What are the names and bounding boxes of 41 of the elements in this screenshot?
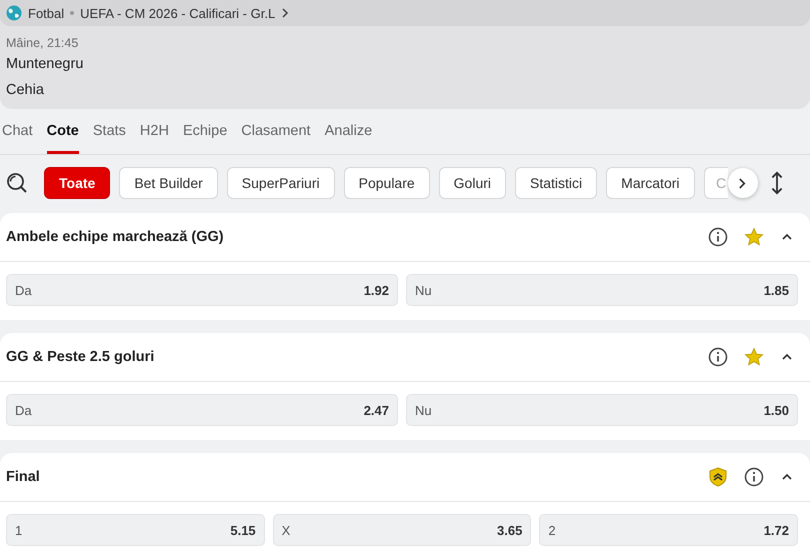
- filter-chip[interactable]: Statistici: [515, 167, 598, 199]
- tab[interactable]: Echipe: [182, 123, 228, 154]
- market-title: Ambele echipe marchează (GG): [6, 229, 224, 245]
- tab[interactable]: Cote: [46, 123, 79, 154]
- filter-chip[interactable]: SuperPariuri: [226, 167, 335, 199]
- separator-dot: [70, 11, 74, 15]
- market-title: Final: [6, 469, 40, 485]
- filter-chip[interactable]: Marcatori: [606, 167, 695, 199]
- sport-link[interactable]: Fotbal: [28, 6, 64, 20]
- chevron-right-icon[interactable]: [281, 7, 290, 19]
- filter-chip[interactable]: Populare: [344, 167, 430, 199]
- team-name: Cehia: [5, 81, 45, 100]
- filter-chip[interactable]: Goluri: [438, 167, 506, 199]
- odds-button[interactable]: 2 1.72: [539, 514, 798, 546]
- odds-button[interactable]: Da 1.92: [6, 274, 398, 306]
- tab[interactable]: Analize: [324, 123, 372, 154]
- team-name: Muntenegru: [5, 55, 84, 74]
- market-title: GG & Peste 2.5 goluri: [6, 349, 154, 365]
- filter-chip[interactable]: Bet Builder: [119, 167, 218, 199]
- tab[interactable]: H2H: [140, 123, 169, 154]
- chevron-right-icon: [738, 176, 748, 190]
- info-icon[interactable]: [708, 227, 728, 247]
- odds-button[interactable]: Nu 1.50: [406, 394, 798, 426]
- scroll-right-button[interactable]: [728, 168, 758, 198]
- match-time: Mâine, 21:45: [5, 35, 80, 50]
- globe-icon: [6, 5, 22, 21]
- odds-button[interactable]: Da 2.47: [6, 394, 398, 426]
- star-icon[interactable]: [744, 227, 764, 247]
- star-icon[interactable]: [744, 347, 764, 367]
- odds-button[interactable]: Nu 1.85: [406, 274, 798, 306]
- expand-vertical-icon[interactable]: [770, 171, 784, 195]
- odds-button[interactable]: 1 5.15: [6, 514, 265, 546]
- tab[interactable]: Stats: [92, 123, 126, 154]
- filter-chip[interactable]: Toate: [44, 167, 110, 199]
- odds-button[interactable]: X 3.65: [272, 514, 532, 546]
- competition-link[interactable]: UEFA - CM 2026 - Calificari - Gr.L: [80, 6, 276, 20]
- info-icon[interactable]: [744, 467, 764, 487]
- info-icon[interactable]: [708, 347, 728, 367]
- tab[interactable]: Clasament: [241, 123, 311, 154]
- search-icon[interactable]: [6, 172, 28, 194]
- tab[interactable]: Chat: [2, 123, 33, 154]
